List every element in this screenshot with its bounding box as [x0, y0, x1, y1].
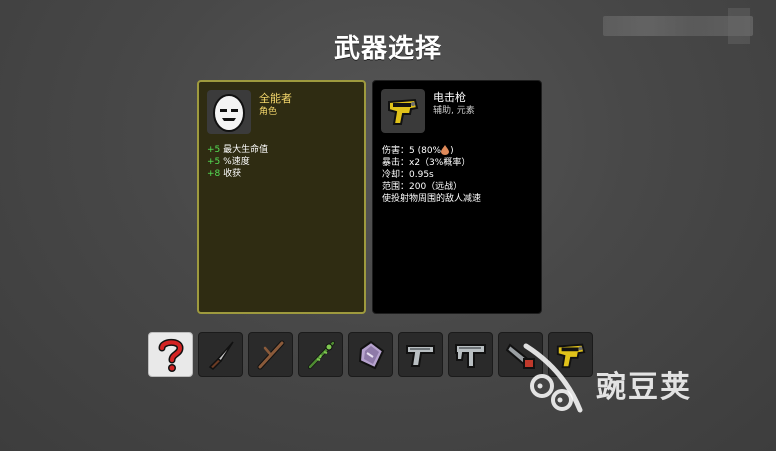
elemental-drop-icon — [441, 144, 450, 155]
question-mark-icon — [158, 338, 184, 372]
smg-icon — [454, 343, 486, 368]
weapon-type: 辅助, 元素 — [433, 106, 475, 116]
character-type: 角色 — [259, 107, 278, 117]
stat-label: 收获 — [223, 169, 242, 179]
blurred-region-small — [728, 8, 750, 44]
weapon-damage: 伤害：5 (80%) — [382, 144, 481, 157]
weapon-stats: 伤害：5 (80%) 暴击：x2（3%概率） 冷却：0.95s 范围：200（远… — [382, 144, 482, 205]
watermark: 豌豆荚 — [518, 340, 758, 420]
watermark-logo-icon — [523, 343, 583, 413]
weapon-portrait — [381, 89, 425, 133]
character-portrait — [207, 90, 251, 134]
weapon-slot-pistol[interactable] — [398, 332, 443, 377]
weapon-cooldown: 冷却：0.95s — [382, 170, 434, 180]
damage-text-close: ) — [450, 146, 454, 156]
damage-text: 伤害：5 (80% — [382, 146, 442, 156]
crystal-shield-icon — [358, 340, 384, 369]
stat-value: +5 — [207, 157, 221, 167]
character-panel: 全能者 角色 +5 最大生命值 +5 %速度 +8 收获 — [197, 80, 366, 314]
weapon-slot-random[interactable] — [148, 332, 193, 377]
weapon-slot-knife[interactable] — [198, 332, 243, 377]
weapon-slot-smg[interactable] — [448, 332, 493, 377]
watermark-text: 豌豆荚 — [596, 370, 692, 405]
weapon-crit: 暴击：x2（3%概率） — [382, 158, 471, 168]
knife-icon — [208, 341, 234, 370]
stat-row-harvest: +8 收获 — [207, 168, 268, 180]
taser-icon — [388, 98, 419, 125]
pistol-icon — [405, 344, 435, 367]
stick-icon — [257, 340, 284, 369]
character-stats: +5 最大生命值 +5 %速度 +8 收获 — [207, 144, 268, 180]
stat-row-max-hp: +5 最大生命值 — [207, 144, 268, 156]
weapon-range: 范围：200（远战） — [382, 182, 463, 192]
weapon-slot-crystal[interactable] — [348, 332, 393, 377]
weapon-slot-thorn-spear[interactable] — [298, 332, 343, 377]
weapon-effect: 使投射物周围的敌人减速 — [382, 194, 482, 204]
stat-label: 最大生命值 — [223, 145, 269, 155]
stat-value: +8 — [207, 169, 221, 179]
stat-value: +5 — [207, 145, 221, 155]
stat-label: %速度 — [223, 157, 250, 167]
thorn-spear-icon — [307, 340, 335, 369]
stat-row-speed: +5 %速度 — [207, 156, 268, 168]
egg-face-icon — [213, 94, 245, 132]
weapon-panel: 电击枪 辅助, 元素 伤害：5 (80%) 暴击：x2（3%概率） 冷却：0.9… — [372, 80, 542, 314]
weapon-slot-stick[interactable] — [248, 332, 293, 377]
